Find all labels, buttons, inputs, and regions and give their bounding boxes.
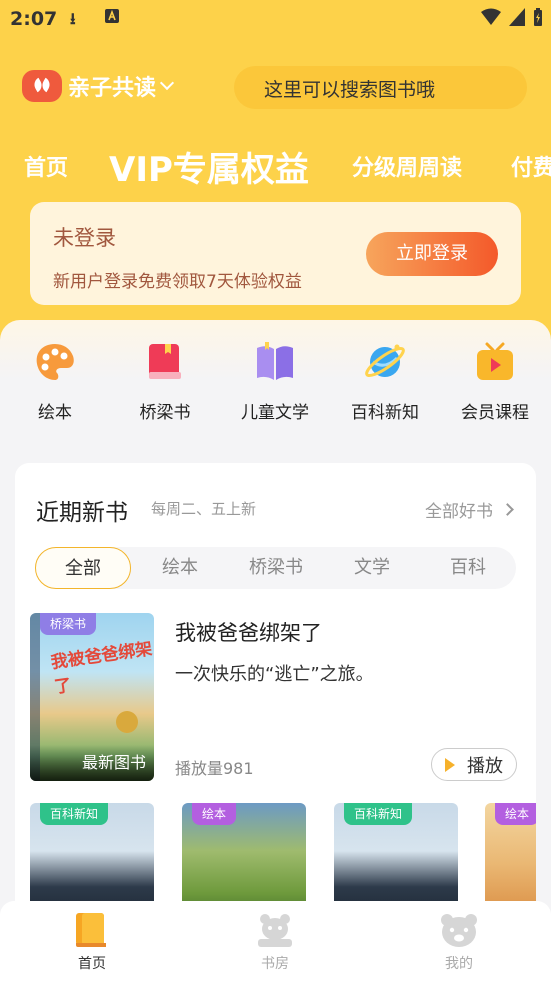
thumbnail-tag: 绘本 <box>192 803 237 825</box>
tab-weekly-reading[interactable]: 分级周周读 <box>352 150 462 182</box>
tab-home[interactable]: 首页 <box>24 150 68 182</box>
play-label: 播放 <box>467 755 503 777</box>
all-books-link[interactable]: 全部好书 <box>425 497 514 522</box>
play-button[interactable]: 播放 <box>431 748 517 781</box>
book-category-tag: 桥梁书 <box>40 613 97 635</box>
battery-icon <box>534 8 542 26</box>
featured-book-title[interactable]: 我被爸爸绑架了 <box>175 617 322 647</box>
nav-tabs: 首页 VIP专属权益 分级周周读 付费 <box>0 138 551 198</box>
bottom-tabbar: 首页 书房 我的 <box>0 901 551 981</box>
thumbnail-tag: 百科新知 <box>40 803 109 825</box>
tabbar-me[interactable]: 我的 <box>409 911 509 973</box>
all-books-label: 全部好书 <box>425 502 493 522</box>
status-time: 2:07 <box>10 8 58 30</box>
category-label: 会员课程 <box>461 403 529 423</box>
planet-icon <box>363 340 407 384</box>
filter-all[interactable]: 全部 <box>35 547 131 589</box>
tab-vip[interactable]: VIP专属权益 <box>109 142 309 191</box>
category-member-courses[interactable]: 会员课程 <box>445 340 545 423</box>
featured-book-description: 一次快乐的“逃亡”之旅。 <box>175 664 374 685</box>
tabbar-home[interactable]: 首页 <box>42 911 142 973</box>
filter-encyclopedia[interactable]: 百科 <box>420 547 516 589</box>
section-subtitle: 每周二、五上新 <box>151 500 257 518</box>
category-childrens-literature[interactable]: 儿童文学 <box>225 340 325 423</box>
filter-bridge-books[interactable]: 桥梁书 <box>228 547 324 589</box>
category-picture-books[interactable]: 绘本 <box>5 340 105 423</box>
tv-play-icon <box>473 340 517 384</box>
play-icon <box>445 757 455 772</box>
open-book-icon <box>253 340 297 384</box>
signal-icon <box>509 8 525 26</box>
category-bridge-books[interactable]: 桥梁书 <box>115 340 215 423</box>
category-label: 桥梁书 <box>139 403 191 423</box>
leaf-logo-icon <box>22 70 62 102</box>
new-books-card: 近期新书 每周二、五上新 全部好书 全部 绘本 桥梁书 文学 百科 我被爸爸绑架… <box>15 463 536 943</box>
filter-picture-books[interactable]: 绘本 <box>132 547 228 589</box>
app-selector[interactable]: 亲子共读 <box>22 70 175 102</box>
search-input[interactable]: 这里可以搜索图书哦 <box>234 66 527 109</box>
tab-label: 我的 <box>445 956 473 972</box>
status-bar: 2:07 ⭳ <box>0 0 551 38</box>
download-icon: ⭳ <box>70 9 76 28</box>
chevron-right-icon <box>501 503 514 516</box>
chevron-down-icon <box>159 75 175 91</box>
bear-icon <box>255 911 295 949</box>
category-encyclopedia[interactable]: 百科新知 <box>335 340 435 423</box>
tab-label: 书房 <box>261 956 289 972</box>
bookshelf-icon <box>72 911 112 949</box>
thumbnail-tag: 百科新知 <box>344 803 413 825</box>
filter-literature[interactable]: 文学 <box>324 547 420 589</box>
tabbar-study[interactable]: 书房 <box>225 911 325 973</box>
category-label: 儿童文学 <box>241 403 309 423</box>
palette-icon <box>33 340 77 384</box>
category-row: 绘本 桥梁书 儿童文学 百科新知 会员课程 <box>0 340 551 430</box>
tab-paid[interactable]: 付费 <box>511 150 551 182</box>
login-card: 未登录 新用户登录免费领取7天体验权益 立即登录 <box>30 202 521 305</box>
cover-title: 我被爸爸绑架了 <box>49 639 154 698</box>
section-title: 近期新书 <box>36 500 128 526</box>
category-label: 绘本 <box>38 403 72 423</box>
filter-bar: 全部 绘本 桥梁书 文学 百科 <box>35 547 516 589</box>
tab-label: 首页 <box>78 956 106 972</box>
wifi-icon <box>481 8 501 25</box>
newest-book-label: 最新图书 <box>81 753 146 772</box>
book-icon <box>143 340 187 384</box>
login-promo: 新用户登录免费领取7天体验权益 <box>53 272 302 292</box>
login-status: 未登录 <box>53 226 116 250</box>
app-name: 亲子共读 <box>68 76 157 101</box>
notification-a-icon <box>104 8 120 28</box>
featured-book-cover[interactable]: 我被爸爸绑架了 桥梁书 最新图书 <box>30 613 154 781</box>
search-placeholder: 这里可以搜索图书哦 <box>264 79 436 101</box>
category-label: 百科新知 <box>351 403 419 423</box>
bear-face-icon <box>439 911 479 949</box>
cover-medal <box>116 711 138 733</box>
thumbnail-tag: 绘本 <box>495 803 536 825</box>
play-count: 播放量981 <box>175 759 254 778</box>
login-button[interactable]: 立即登录 <box>366 232 498 276</box>
